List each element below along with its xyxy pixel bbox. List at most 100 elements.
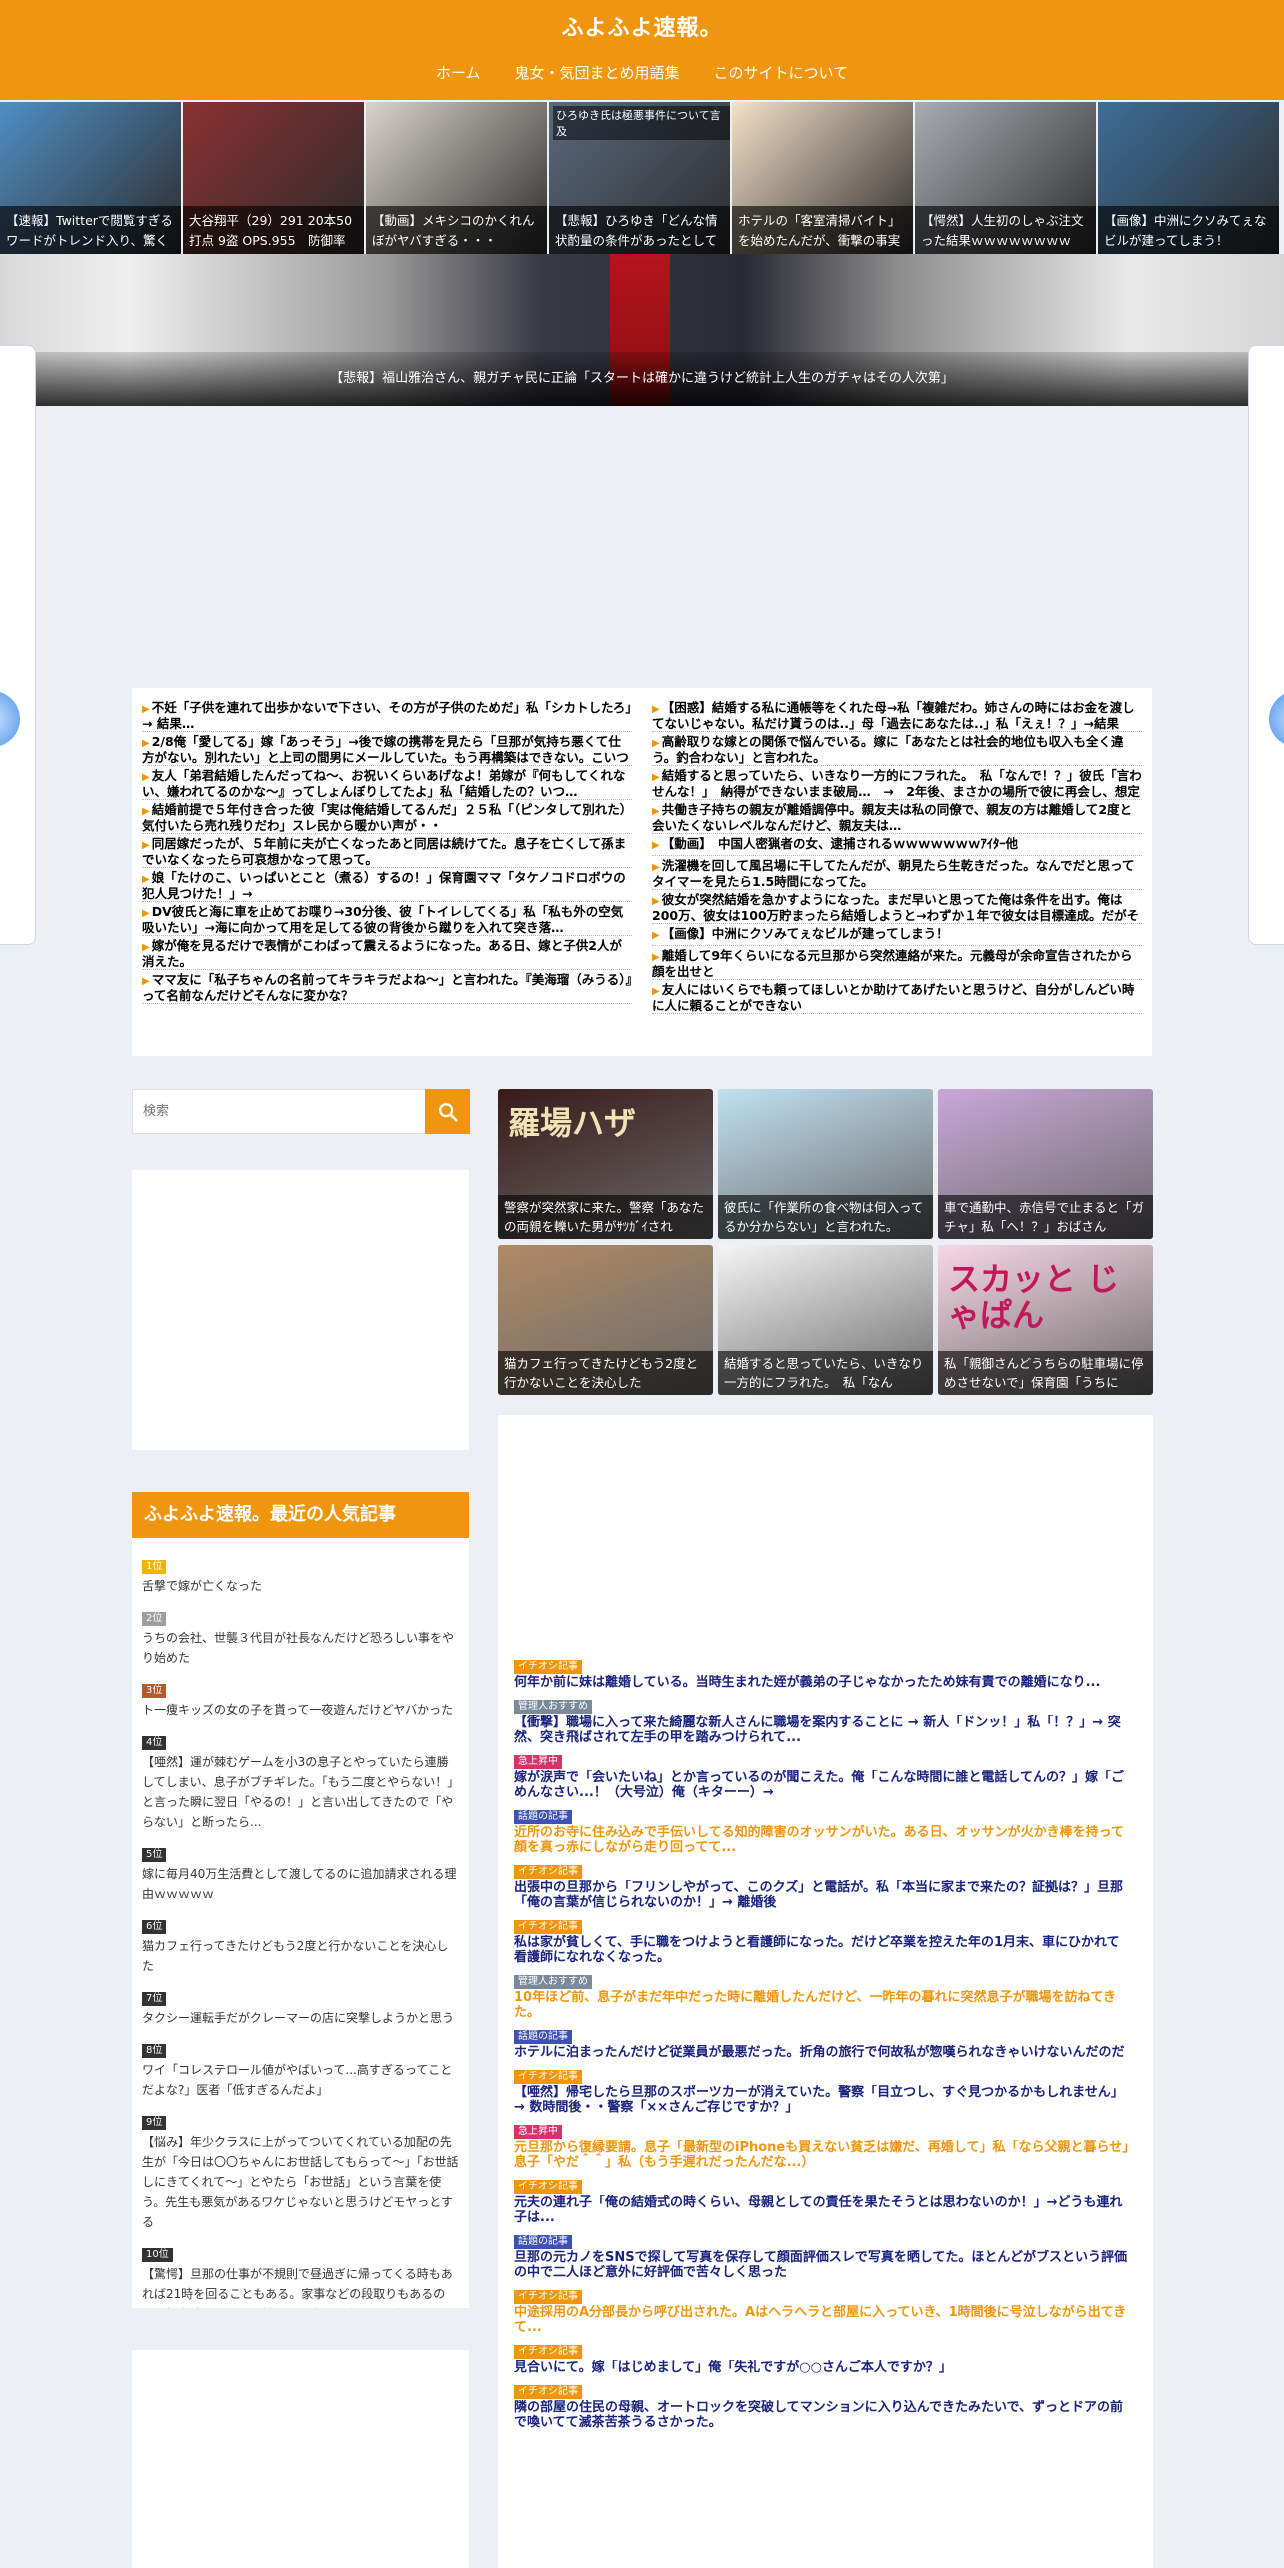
card-caption[interactable]: 彼氏に「作業所の食べ物は何入ってるか分からない」と言われた。 xyxy=(718,1195,933,1239)
related-link[interactable]: 【動画】 中国人密猟者の女、逮捕されるｗｗｗｗｗｗｗｱｲﾀｰ他 xyxy=(652,834,1142,856)
featured-thumb[interactable]: 大谷翔平（29）291 20本50打点 9盗 OPS.955 防御率 xyxy=(183,102,364,254)
article-list-item[interactable]: イチオシ記事 隣の部屋の住民の母親、オートロックを突破してマンションに入り込んでき… xyxy=(514,2379,1130,2430)
article-card[interactable]: 彼氏に「作業所の食べ物は何入ってるか分からない」と言われた。 xyxy=(718,1089,933,1239)
article-list-item[interactable]: 急上昇中 元旦那から復縁要請。息子「最新型のiPhoneも買えない貧乏は嫌だ、再婚… xyxy=(514,2119,1130,2170)
card-caption[interactable]: 私「親御さんどうちらの駐車場に停めさせないで」保育園「うちに xyxy=(938,1351,1153,1395)
article-list-item[interactable]: 話題の記事 旦那の元カノをSNSで探して写真を保存して顔面評価スレで写真を晒してた… xyxy=(514,2229,1130,2280)
article-list-item[interactable]: イチオシ記事 見合いにて。嫁「はじめまして」俺「失礼ですが○○さんご本人ですか？」 xyxy=(514,2339,1130,2375)
ranking-item[interactable]: 5位 嫁に毎月40万生活費として渡してるのに追加請求される理由ｗｗｗｗｗ xyxy=(142,1842,459,1904)
article-title[interactable]: 私は家が貧しくて、手に職をつけようと看護師になった。だけど卒業を控えた年の1月末… xyxy=(514,1935,1130,1965)
related-link[interactable]: 結婚前提で５年付き合った彼「実は俺結婚してるんだ」２５私「（ピンタして別れた）気… xyxy=(142,800,632,834)
article-card[interactable]: 結婚すると思っていたら、いきなり一方的にフラれた。 私「なん xyxy=(718,1245,933,1395)
related-link[interactable]: 2/8俺「愛してる」嫁「あっそう」→後で嫁の携帯を見たら「旦那が気持ち悪くて仕方… xyxy=(142,732,632,766)
thumb-caption[interactable]: 【動画】メキシコのかくれんぼがヤバすぎる・・・ xyxy=(366,206,547,254)
ranking-item-title[interactable]: 嫁に毎月40万生活費として渡してるのに追加請求される理由ｗｗｗｗｗ xyxy=(142,1864,459,1904)
featured-thumb[interactable]: 【画像】中洲にクソみてぇなビルが建ってしまう！ xyxy=(1098,102,1279,254)
article-title[interactable]: 元旦那から復縁要請。息子「最新型のiPhoneも買えない貧乏は嫌だ、再婚して」私… xyxy=(514,2140,1130,2170)
related-link[interactable]: 結婚すると思っていたら、いきなり一方的にフラれた。 私「なんで！？」彼氏「言わせ… xyxy=(652,766,1142,800)
article-title[interactable]: 【唖然】帰宅したら旦那のスポーツカーが消えていた。警察「目立つし、すぐ見つかるか… xyxy=(514,2085,1130,2115)
article-title[interactable]: 出張中の旦那から「フリンしやがって、このクズ」と電話が。私「本当に家まで来たの？… xyxy=(514,1880,1130,1910)
related-link[interactable]: 同居嫁だったが、５年前に夫が亡くなったあと同居は続けてた。息子を亡くして孫までい… xyxy=(142,834,632,868)
article-list-item[interactable]: イチオシ記事 中途採用のA分部長から呼び出された。Aはヘラヘラと部屋に入っていき、… xyxy=(514,2284,1130,2335)
ranking-item[interactable]: 8位 ワイ「コレステロール値がやばいって...高すぎるってことだよな?」医者「低す… xyxy=(142,2038,459,2100)
article-title[interactable]: 【衝撃】職場に入って来た綺麗な新人さんに職場を案内することに → 新人「ドンッ！… xyxy=(514,1715,1130,1745)
hero-caption[interactable]: 【悲報】福山雅治さん、親ガチャ民に正論「スタートは確かに違うけど統計上人生のガチ… xyxy=(36,352,1248,406)
article-list-item[interactable]: 話題の記事 近所のお寺に住み込みで手伝いしてる知的障害のオッサンがいた。ある日、オ… xyxy=(514,1804,1130,1855)
article-title[interactable]: 隣の部屋の住民の母親、オートロックを突破してマンションに入り込んできたみたいで、… xyxy=(514,2400,1130,2430)
article-card[interactable]: 羅場ハザ 警察が突然家に来た。警察「あなたの両親を轢いた男がｻﾂｶﾞｲされ xyxy=(498,1089,713,1239)
ranking-item-title[interactable]: 【悩み】年少クラスに上がってついてくれている加配の先生が「今日は〇〇ちゃんにお世… xyxy=(142,2132,459,2232)
ranking-item[interactable]: 6位 猫カフェ行ってきたけどもう2度と行かないことを決心した xyxy=(142,1914,459,1976)
nav-glossary[interactable]: 鬼女・気団まとめ用語集 xyxy=(514,62,679,83)
ranking-item-title[interactable]: ワイ「コレステロール値がやばいって...高すぎるってことだよな?」医者「低すぎる… xyxy=(142,2060,459,2100)
article-list-item[interactable]: イチオシ記事 何年か前に妹は離婚している。当時生まれた姪が義弟の子じゃなかったため… xyxy=(514,1654,1130,1690)
featured-thumb[interactable]: 【速報】Twitterで閲覧すぎるワードがトレンド入り、驚く xyxy=(0,102,181,254)
article-title[interactable]: 10年ほど前、息子がまだ年中だった時に離婚したんだけど、一昨年の暮れに突然息子が… xyxy=(514,1990,1130,2020)
article-card[interactable]: 車で通勤中、赤信号で止まると「ガチャ」私「へ！？」おばさん xyxy=(938,1089,1153,1239)
side-card-right[interactable] xyxy=(1248,345,1284,945)
ranking-item[interactable]: 9位 【悩み】年少クラスに上がってついてくれている加配の先生が「今日は〇〇ちゃんに… xyxy=(142,2110,459,2232)
card-caption[interactable]: 結婚すると思っていたら、いきなり一方的にフラれた。 私「なん xyxy=(718,1351,933,1395)
ranking-item-title[interactable]: うちの会社、世襲３代目が社長なんだけど恐ろしい事をやり始めた xyxy=(142,1628,459,1668)
nav-home[interactable]: ホーム xyxy=(436,62,481,83)
article-title[interactable]: 嫁が涙声で「会いたいね」とか言っているのが聞こえた。俺「こんな時間に誰と電話して… xyxy=(514,1770,1130,1800)
thumb-caption[interactable]: ホテルの「客室清掃バイト」を始めたんだが、衝撃の事実 xyxy=(732,206,913,254)
article-title[interactable]: 近所のお寺に住み込みで手伝いしてる知的障害のオッサンがいた。ある日、オッサンが火… xyxy=(514,1825,1130,1855)
related-link[interactable]: 高齢取りな嫁との関係で悩んでいる。嫁に「あなたとは社会的地位も収入も全く違う。釣… xyxy=(652,732,1142,766)
ranking-item[interactable]: 10位 【驚愕】旦那の仕事が不規則で昼過ぎに帰ってくる時もあれば21時を回ることも… xyxy=(142,2242,459,2308)
thumb-caption[interactable]: 大谷翔平（29）291 20本50打点 9盗 OPS.955 防御率 xyxy=(183,206,364,254)
card-caption[interactable]: 警察が突然家に来た。警察「あなたの両親を轢いた男がｻﾂｶﾞｲされ xyxy=(498,1195,713,1239)
related-link[interactable]: 【画像】中洲にクソみてぇなビルが建ってしまう！ xyxy=(652,924,1142,946)
related-link[interactable]: 友人「弟君結婚したんだってね〜、お祝いくらいあげなよ！弟嫁が『何もしてくれない、… xyxy=(142,766,632,800)
ranking-item[interactable]: 4位 【唖然】運が棘むゲームを小3の息子とやっていたら連勝してしまい、息子がブチギ… xyxy=(142,1730,459,1832)
featured-thumb[interactable]: ひろゆき氏は極悪事件について言及 【悲報】ひろゆき「どんな情状酌量の条件があったと… xyxy=(549,102,730,254)
side-card-left[interactable] xyxy=(0,345,36,945)
nav-about[interactable]: このサイトについて xyxy=(714,62,849,83)
related-link[interactable]: 洗濯機を回して風呂場に干してたんだが、朝見たら生乾きだった。なんでだと思ってタイ… xyxy=(652,856,1142,890)
hero-banner[interactable]: 【悲報】福山雅治さん、親ガチャ民に正論「スタートは確かに違うけど統計上人生のガチ… xyxy=(0,254,1284,406)
related-link[interactable]: 不妊「子供を連れて出歩かないで下さい、その方が子供のためだ」私「シカトしたろ」→… xyxy=(142,698,632,732)
search-button[interactable] xyxy=(425,1089,470,1134)
featured-thumb[interactable]: 【動画】メキシコのかくれんぼがヤバすぎる・・・ xyxy=(366,102,547,254)
ranking-item[interactable]: 2位 うちの会社、世襲３代目が社長なんだけど恐ろしい事をやり始めた xyxy=(142,1606,459,1668)
related-link[interactable]: 友人にはいくらでも頼ってほしいとか助けてあげたいと思うけど、自分がしんどい時に人… xyxy=(652,980,1142,1014)
article-title[interactable]: 旦那の元カノをSNSで探して写真を保存して顔面評価スレで写真を晒してた。ほとんど… xyxy=(514,2250,1130,2280)
article-title[interactable]: 中途採用のA分部長から呼び出された。Aはヘラヘラと部屋に入っていき、1時間後に号… xyxy=(514,2305,1130,2335)
ranking-item-title[interactable]: 舌撃で嫁が亡くなった xyxy=(142,1576,459,1596)
ranking-item[interactable]: 3位 ト一痩キッズの女の子を貰って一夜遊んだけどヤバかった xyxy=(142,1678,459,1720)
article-list-item[interactable]: イチオシ記事 私は家が貧しくて、手に職をつけようと看護師になった。だけど卒業を控え… xyxy=(514,1914,1130,1965)
related-link[interactable]: DV彼氏と海に車を止めてお喋り→30分後、彼「トイレしてくる」私「私も外の空気吸… xyxy=(142,902,632,936)
thumb-caption[interactable]: 【速報】Twitterで閲覧すぎるワードがトレンド入り、驚く xyxy=(0,206,181,254)
related-link[interactable]: 彼女が突然結婚を急かすようになった。まだ早いと思ってた俺は条件を出す。俺は200… xyxy=(652,890,1142,924)
ranking-item-title[interactable]: タクシー運転手だがクレーマーの店に突撃しようかと思う xyxy=(142,2008,459,2028)
related-link[interactable]: 【困惑】結婚する私に通帳等をくれた母→私「複雑だわ。姉さんの時にはお金を渡してな… xyxy=(652,698,1142,732)
ranking-item-title[interactable]: ト一痩キッズの女の子を貰って一夜遊んだけどヤバかった xyxy=(142,1700,459,1720)
article-list-item[interactable]: 急上昇中 嫁が涙声で「会いたいね」とか言っているのが聞こえた。俺「こんな時間に誰と… xyxy=(514,1749,1130,1800)
article-title[interactable]: 何年か前に妹は離婚している。当時生まれた姪が義弟の子じゃなかったため妹有責での離… xyxy=(514,1675,1130,1690)
article-list-item[interactable]: 管理人おすすめ 【衝撃】職場に入って来た綺麗な新人さんに職場を案内することに → … xyxy=(514,1694,1130,1745)
ranking-item-title[interactable]: 猫カフェ行ってきたけどもう2度と行かないことを決心した xyxy=(142,1936,459,1976)
article-card[interactable]: 猫カフェ行ってきたけどもう2度と行かないことを決心した xyxy=(498,1245,713,1395)
ranking-item[interactable]: 7位 タクシー運転手だがクレーマーの店に突撃しようかと思う xyxy=(142,1986,459,2028)
article-title[interactable]: ホテルに泊まったんだけど従業員が最悪だった。折角の旅行で何故私が惣嘆られなきゃい… xyxy=(514,2045,1130,2060)
ranking-item-title[interactable]: 【驚愕】旦那の仕事が不規則で昼過ぎに帰ってくる時もあれば21時を回ることもある。… xyxy=(142,2264,459,2308)
thumb-caption[interactable]: 【愕然】人生初のしゃぶ注文った結果ｗｗｗｗｗｗｗｗ xyxy=(915,206,1096,254)
related-link[interactable]: 共働き子持ちの親友が離婚調停中。親友夫は私の同僚で、親友の方は離婚して2度と会い… xyxy=(652,800,1142,834)
card-caption[interactable]: 猫カフェ行ってきたけどもう2度と行かないことを決心した xyxy=(498,1351,713,1395)
article-title[interactable]: 元夫の連れ子「俺の結婚式の時くらい、母親としての責任を果たそうとは思わないのか！… xyxy=(514,2195,1130,2225)
article-list-item[interactable]: イチオシ記事 【唖然】帰宅したら旦那のスポーツカーが消えていた。警察「目立つし、す… xyxy=(514,2064,1130,2115)
card-caption[interactable]: 車で通勤中、赤信号で止まると「ガチャ」私「へ！？」おばさん xyxy=(938,1195,1153,1239)
ranking-item[interactable]: 1位 舌撃で嫁が亡くなった xyxy=(142,1554,459,1596)
search-input[interactable] xyxy=(133,1090,425,1133)
related-link[interactable]: 嫁が俺を見るだけで表情がこわばって震えるようになった。ある日、嫁と子供2人が消え… xyxy=(142,936,632,970)
thumb-caption[interactable]: 【悲報】ひろゆき「どんな情状酌量の条件があったとして xyxy=(549,206,730,254)
article-list-item[interactable]: 管理人おすすめ 10年ほど前、息子がまだ年中だった時に離婚したんだけど、一昨年の暮… xyxy=(514,1969,1130,2020)
site-title[interactable]: ふよふよ速報。 xyxy=(0,10,1284,42)
article-list-item[interactable]: イチオシ記事 元夫の連れ子「俺の結婚式の時くらい、母親としての責任を果たそうとは思… xyxy=(514,2174,1130,2225)
article-title[interactable]: 見合いにて。嫁「はじめまして」俺「失礼ですが○○さんご本人ですか？」 xyxy=(514,2360,1130,2375)
article-card[interactable]: スカッと じゃぱん 私「親御さんどうちらの駐車場に停めさせないで」保育園「うちに xyxy=(938,1245,1153,1395)
ranking-item-title[interactable]: 【唖然】運が棘むゲームを小3の息子とやっていたら連勝してしまい、息子がブチギレた… xyxy=(142,1752,459,1832)
article-list-item[interactable]: 話題の記事 ホテルに泊まったんだけど従業員が最悪だった。折角の旅行で何故私が惣嘆ら… xyxy=(514,2024,1130,2060)
featured-thumb[interactable]: 【愕然】人生初のしゃぶ注文った結果ｗｗｗｗｗｗｗｗ xyxy=(915,102,1096,254)
related-link[interactable]: 娘「たけのこ、いっぱいとこと（煮る）するの！」保育園ママ「タケノコドロボウの犯人… xyxy=(142,868,632,902)
